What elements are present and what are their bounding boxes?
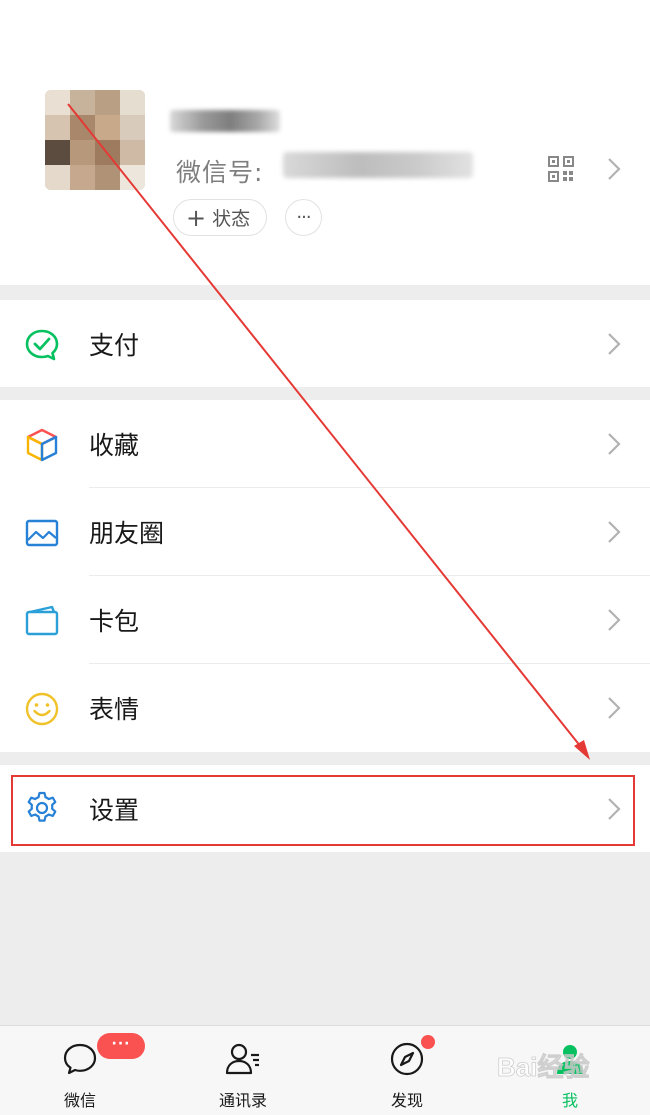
- chevron-right-icon: [608, 609, 621, 631]
- menu-item-favorites[interactable]: 收藏: [0, 400, 650, 488]
- tab-label-me: 我: [561, 1091, 578, 1110]
- menu-label-pay: 支付: [89, 331, 140, 360]
- qr-code-icon[interactable]: [548, 156, 574, 182]
- menu-label-cards: 卡包: [89, 607, 140, 636]
- tab-label-discover: 发现: [390, 1091, 423, 1110]
- menu-item-pay[interactable]: 支付: [0, 300, 650, 387]
- menu-label-stickers: 表情: [89, 695, 140, 724]
- moments-photo-icon: [25, 519, 59, 547]
- card-wallet-icon: [25, 605, 59, 636]
- plus-icon: +: [186, 203, 207, 232]
- nickname-blurred: [170, 110, 280, 132]
- menu-item-moments[interactable]: 朋友圈: [0, 488, 650, 576]
- chat-bubble-icon: [63, 1043, 97, 1075]
- features-group: 收藏 朋友圈 卡包 表情: [0, 400, 650, 752]
- chevron-right-icon: [608, 697, 621, 719]
- chevron-right-icon: [608, 521, 621, 543]
- menu-label-favorites: 收藏: [89, 431, 140, 460]
- chevron-right-icon: [608, 433, 621, 455]
- wechat-id-blurred: [283, 152, 473, 178]
- compass-icon: [390, 1042, 424, 1076]
- tab-label-contacts: 通讯录: [218, 1091, 267, 1110]
- tab-me[interactable]: 我: [510, 1026, 630, 1115]
- sticker-smile-icon: [25, 692, 59, 726]
- settings-highlight-box: [11, 775, 635, 846]
- menu-item-cards[interactable]: 卡包: [0, 576, 650, 664]
- add-status-button[interactable]: + 状态: [173, 199, 268, 236]
- menu-item-stickers[interactable]: 表情: [0, 664, 650, 752]
- chevron-right-icon[interactable]: [606, 156, 622, 182]
- wechat-pay-icon: [25, 329, 59, 361]
- new-dot-badge: [421, 1035, 435, 1049]
- tab-contacts[interactable]: 通讯录: [183, 1026, 303, 1115]
- tab-label-chats: 微信: [63, 1091, 96, 1110]
- tab-discover[interactable]: 发现: [347, 1026, 467, 1115]
- chevron-right-icon: [608, 333, 621, 355]
- unread-badge: ···: [97, 1033, 145, 1059]
- tab-chats[interactable]: 微信 ···: [20, 1026, 145, 1115]
- status-button-label: 状态: [212, 208, 251, 230]
- pay-group: 支付: [0, 300, 650, 387]
- me-person-icon: [557, 1045, 583, 1074]
- wechat-id-label: 微信号:: [176, 158, 264, 187]
- bottom-tab-bar: 微信 ··· 通讯录 发现 我: [0, 1025, 650, 1115]
- contacts-icon: [225, 1043, 259, 1075]
- favorites-cube-icon: [26, 428, 58, 462]
- avatar[interactable]: [45, 90, 145, 190]
- profile-header[interactable]: 微信号: + 状态 ···: [0, 0, 650, 285]
- menu-label-moments: 朋友圈: [89, 519, 165, 548]
- more-button[interactable]: ···: [285, 199, 322, 236]
